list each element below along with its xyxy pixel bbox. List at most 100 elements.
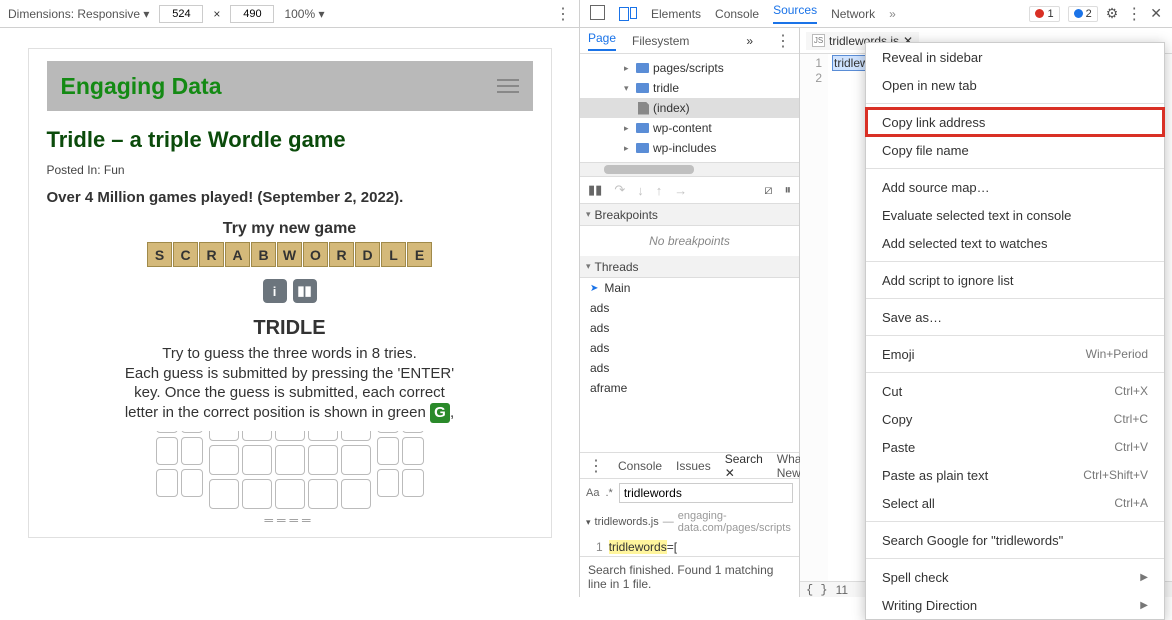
hamburger-icon[interactable] (497, 79, 519, 93)
context-menu-item[interactable]: CutCtrl+X (866, 377, 1164, 405)
device-viewport-pane: Engaging Data Tridle – a triple Wordle g… (0, 28, 580, 597)
context-menu-item[interactable]: Evaluate selected text in console (866, 201, 1164, 229)
settings-icon[interactable]: ⚙ (1106, 5, 1119, 22)
scrabwordle-tiles[interactable]: SCRABWORDLE (47, 242, 533, 267)
tree-scrollbar[interactable] (580, 162, 799, 176)
deactivate-bp-icon[interactable]: ⧄ (764, 182, 772, 198)
context-menu-item[interactable]: CopyCtrl+C (866, 405, 1164, 433)
green-g-badge: G (430, 403, 450, 423)
device-toolbar-menu-icon[interactable]: ⋮ (555, 4, 571, 24)
instructions-overlay: TRIDLE Try to guess the three words in 8… (107, 309, 473, 431)
tab-drawer-issues[interactable]: Issues (676, 459, 711, 473)
info-icon[interactable]: i (263, 279, 287, 303)
tab-drawer-console[interactable]: Console (618, 459, 662, 473)
overlay-line1: Try to guess the three words in 8 tries. (117, 344, 463, 364)
devtools-menu-icon[interactable]: ⋮ (1126, 4, 1142, 24)
tab-sources[interactable]: Sources (773, 3, 817, 24)
overlay-line2: Each guess is submitted by pressing the … (117, 364, 463, 423)
tree-item-index[interactable]: (index) (580, 98, 799, 118)
folder-icon (636, 143, 649, 153)
threads-header[interactable]: ▾Threads (580, 256, 799, 278)
search-input[interactable] (619, 483, 793, 503)
letter-tile: L (381, 242, 406, 267)
drawer-tabs: ⋮ Console Issues Search ✕ What's New (580, 452, 799, 478)
tab-console[interactable]: Console (715, 7, 759, 21)
letter-tile: A (225, 242, 250, 267)
close-devtools-icon[interactable]: ✕ (1150, 5, 1162, 22)
letter-tile: S (147, 242, 172, 267)
tab-drawer-search[interactable]: Search ✕ (725, 452, 763, 480)
context-menu-item[interactable]: Reveal in sidebar (866, 43, 1164, 71)
resize-handle-icon[interactable]: ════ (47, 513, 533, 527)
context-menu-item[interactable]: Add script to ignore list (866, 266, 1164, 294)
context-menu-item[interactable]: Writing Direction▶ (866, 591, 1164, 619)
thread-item[interactable]: aframe (580, 378, 799, 398)
message-badge[interactable]: 2 (1068, 6, 1098, 22)
inspect-icon[interactable] (590, 5, 605, 23)
match-case-icon[interactable]: Aa (586, 487, 599, 499)
thread-main[interactable]: ➤Main (580, 278, 799, 298)
context-menu-item[interactable]: Copy link address (866, 108, 1164, 136)
js-file-icon: JS (812, 34, 825, 47)
breakpoints-header[interactable]: ▾Breakpoints (580, 204, 799, 226)
dimensions-dropdown[interactable]: Dimensions: Responsive ▾ (8, 7, 149, 21)
device-mode-icon[interactable] (619, 7, 637, 21)
more-tabs-icon[interactable]: » (889, 7, 896, 21)
step-icon[interactable]: → (674, 183, 687, 198)
context-menu-item[interactable]: Select allCtrl+A (866, 489, 1164, 517)
context-menu-item[interactable]: Search Google for "tridlewords" (866, 526, 1164, 554)
tab-filesystem[interactable]: Filesystem (632, 34, 689, 48)
letter-tile: R (329, 242, 354, 267)
tab-elements[interactable]: Elements (651, 7, 701, 21)
search-bar: Aa .* (580, 478, 799, 506)
search-status: Search finished. Found 1 matching line i… (580, 556, 799, 597)
file-tree[interactable]: ▸pages/scripts ▾tridle (index) ▸wp-conte… (580, 54, 799, 162)
search-result-line[interactable]: 1tridlewords=[ (580, 538, 799, 556)
thread-item[interactable]: ads (580, 318, 799, 338)
width-input[interactable] (159, 5, 203, 23)
context-menu-item[interactable]: Save as… (866, 303, 1164, 331)
zoom-dropdown[interactable]: 100% ▾ (284, 7, 324, 21)
context-menu-item[interactable]: Open in new tab (866, 71, 1164, 99)
thread-item[interactable]: ads (580, 298, 799, 318)
error-badge[interactable]: 1 (1029, 6, 1059, 22)
site-title[interactable]: Engaging Data (61, 73, 222, 100)
file-icon (638, 102, 649, 115)
page-viewport[interactable]: Engaging Data Tridle – a triple Wordle g… (28, 48, 552, 538)
height-input[interactable] (230, 5, 274, 23)
debug-toolbar: ▮▮ ↷ ↓ ↑ → ⧄ ⏸ (580, 176, 799, 204)
pretty-print-icon[interactable]: { } (806, 583, 828, 597)
context-menu-item[interactable]: Add source map… (866, 173, 1164, 201)
step-out-icon[interactable]: ↑ (656, 183, 663, 198)
pause-icon[interactable]: ▮▮ (588, 182, 602, 198)
tab-network[interactable]: Network (831, 7, 875, 21)
folder-icon (636, 83, 649, 93)
step-into-icon[interactable]: ↓ (637, 183, 644, 198)
more-src-tabs-icon[interactable]: » (746, 34, 753, 48)
context-menu-item[interactable]: EmojiWin+Period (866, 340, 1164, 368)
top-bar: Dimensions: Responsive ▾ × 100% ▾ ⋮ Elem… (0, 0, 1172, 28)
context-menu-item[interactable]: Spell check▶ (866, 563, 1164, 591)
letter-tile: R (199, 242, 224, 267)
try-new-game: Try my new game (47, 220, 533, 238)
letter-tile: D (355, 242, 380, 267)
regex-icon[interactable]: .* (605, 487, 612, 499)
page-title: Tridle – a triple Wordle game (47, 127, 533, 153)
pause-exc-icon[interactable]: ⏸ (785, 182, 792, 198)
context-menu-item[interactable]: PasteCtrl+V (866, 433, 1164, 461)
search-result-file[interactable]: ▾ tridlewords.js — engaging-data.com/pag… (580, 506, 799, 538)
posted-in: Posted In: Fun (47, 163, 533, 177)
context-menu[interactable]: Reveal in sidebarOpen in new tab Copy lin… (865, 42, 1165, 620)
stats-icon[interactable]: ▮▮ (293, 279, 317, 303)
device-toolbar: Dimensions: Responsive ▾ × 100% ▾ ⋮ (0, 0, 580, 27)
tab-page[interactable]: Page (588, 31, 616, 51)
context-menu-item[interactable]: Paste as plain textCtrl+Shift+V (866, 461, 1164, 489)
src-menu-icon[interactable]: ⋮ (775, 31, 791, 51)
step-over-icon[interactable]: ↷ (614, 182, 625, 198)
context-menu-item[interactable]: Copy file name (866, 136, 1164, 164)
context-menu-item[interactable]: Add selected text to watches (866, 229, 1164, 257)
thread-item[interactable]: ads (580, 338, 799, 358)
sources-sidebar: Page Filesystem » ⋮ ▸pages/scripts ▾trid… (580, 28, 800, 597)
thread-item[interactable]: ads (580, 358, 799, 378)
drawer-menu-icon[interactable]: ⋮ (588, 456, 604, 476)
